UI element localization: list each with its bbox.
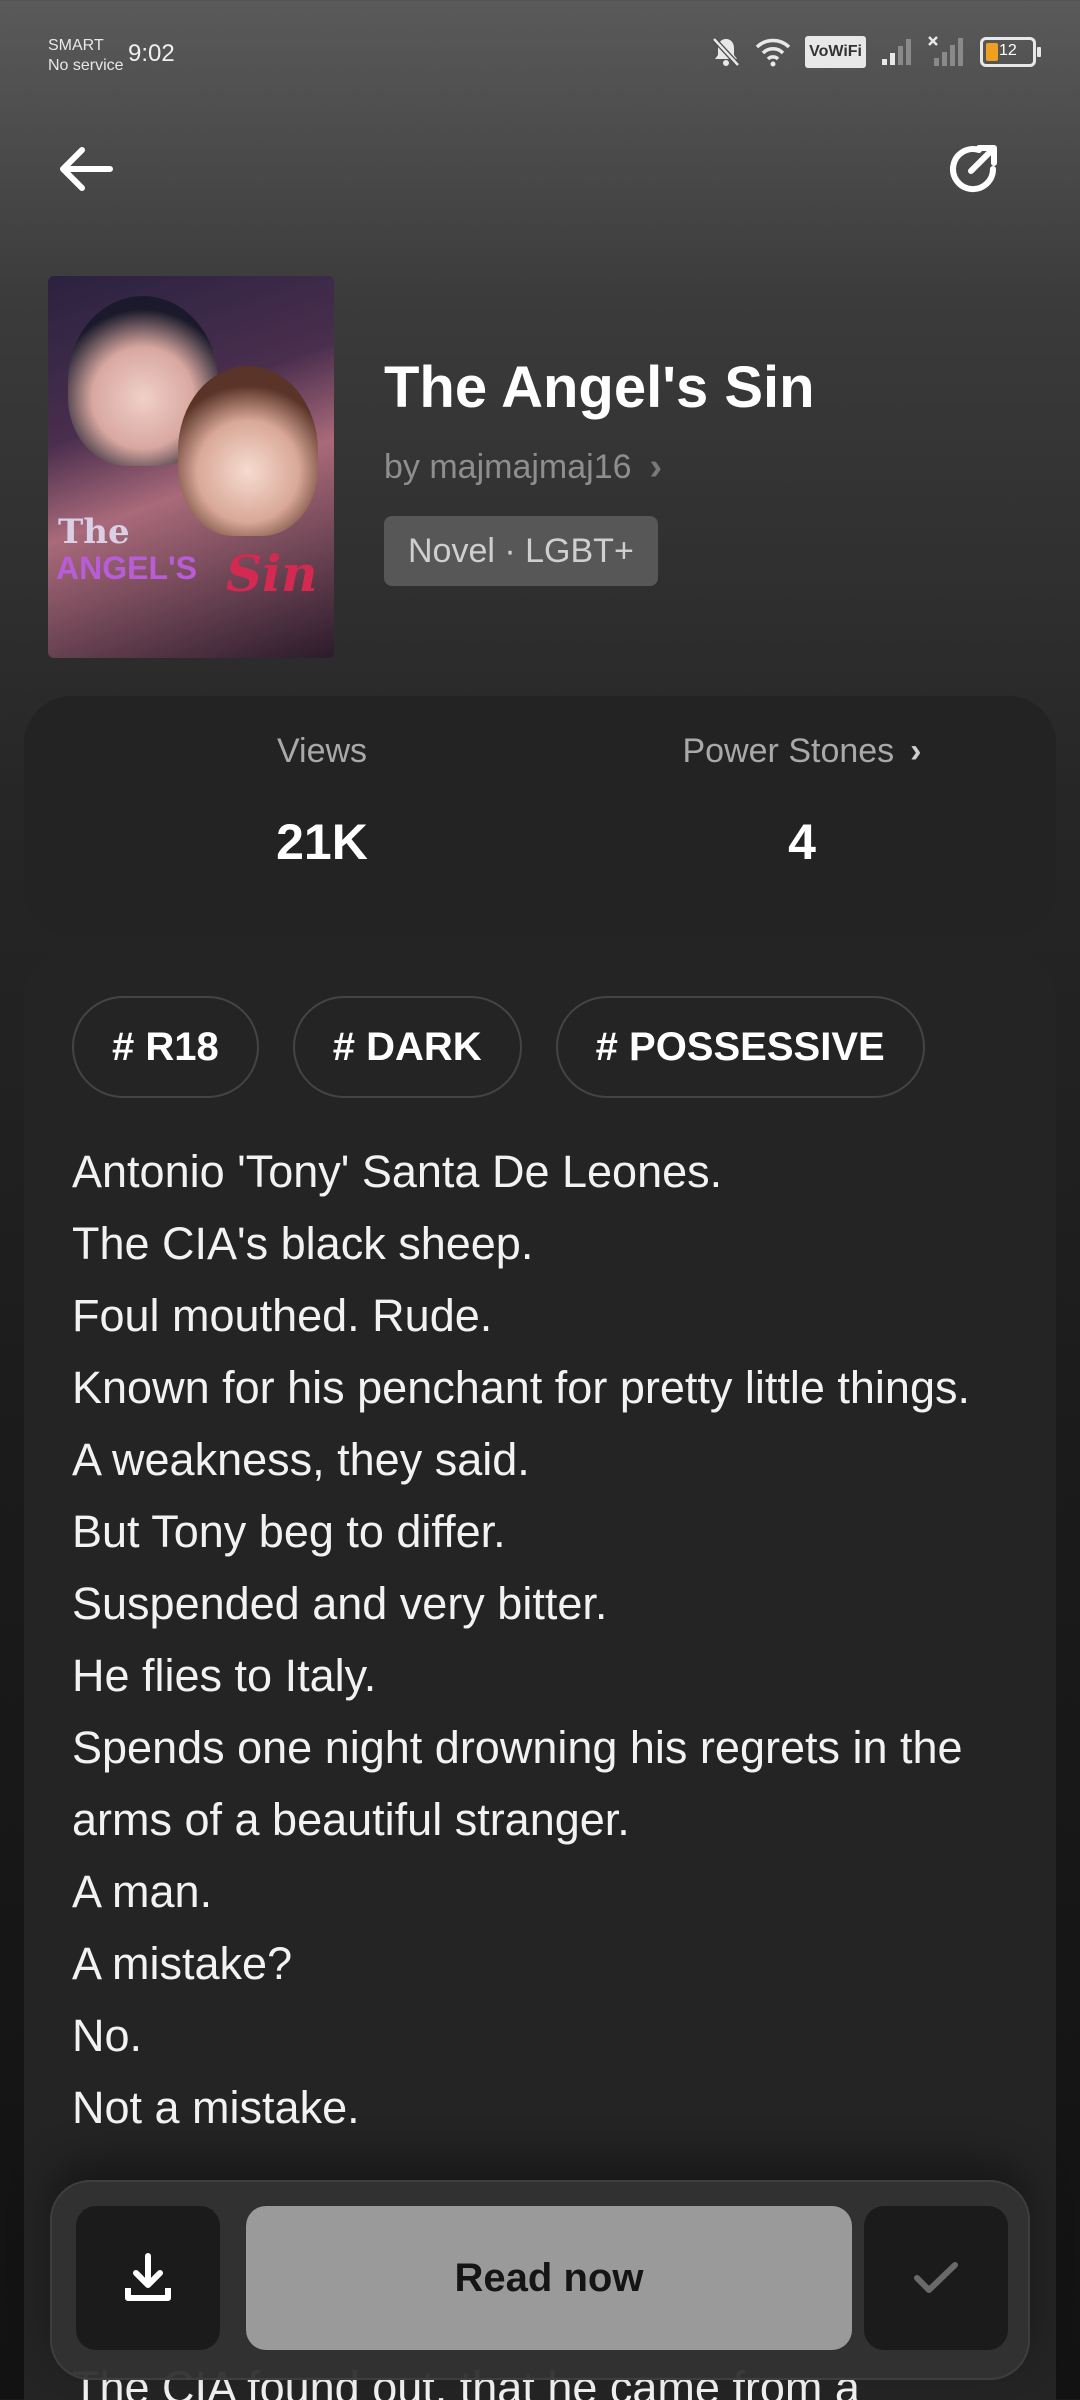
status-bar: SMART No service 9:02 VoWiFi 12 bbox=[0, 0, 1080, 100]
read-now-button[interactable]: Read now bbox=[246, 2206, 852, 2350]
views-stat: Views 21K bbox=[122, 732, 522, 871]
views-label: Views bbox=[276, 732, 368, 770]
tag-possessive[interactable]: # POSSESSIVE bbox=[555, 996, 925, 1098]
power-stones-label: Power Stones › bbox=[682, 732, 922, 770]
status-time: 9:02 bbox=[128, 40, 175, 67]
stats-card: Views 21K Power Stones › 4 bbox=[24, 696, 1056, 936]
wifi-icon bbox=[755, 36, 791, 68]
genre-badge[interactable]: Novel · LGBT+ bbox=[384, 516, 658, 586]
synopsis-line: Foul mouthed. Rude. bbox=[72, 1290, 493, 1341]
author-name: by majmajmaj16 bbox=[384, 448, 632, 486]
download-button[interactable] bbox=[76, 2206, 220, 2350]
author-link[interactable]: by majmajmaj16 › bbox=[384, 446, 662, 489]
cover-title: ANGEL'S bbox=[56, 550, 197, 586]
chevron-right-icon: › bbox=[910, 732, 922, 770]
cover-title-sin: Sin bbox=[226, 544, 318, 603]
vowifi-badge: VoWiFi bbox=[805, 36, 866, 68]
carrier-info: SMART No service bbox=[48, 30, 124, 82]
power-stones-stat[interactable]: Power Stones › 4 bbox=[602, 732, 1002, 871]
book-title: The Angel's Sin bbox=[384, 355, 815, 420]
synopsis-line: Spends one night drowning his regrets in… bbox=[72, 1722, 963, 1845]
download-icon bbox=[125, 2253, 171, 2301]
synopsis-line: A weakness, they said. bbox=[72, 1434, 530, 1485]
battery-level: 12 bbox=[999, 42, 1017, 59]
tag-list: # R18 # DARK # POSSESSIVE bbox=[72, 996, 925, 1098]
status-icons: VoWiFi 12 bbox=[711, 32, 1041, 72]
add-to-library-button[interactable] bbox=[864, 2206, 1008, 2350]
synopsis-line: Known for his penchant for pretty little… bbox=[72, 1362, 970, 1413]
check-icon bbox=[914, 2262, 958, 2293]
synopsis-line: Suspended and very bitter. bbox=[72, 1578, 608, 1629]
cover-art-figure bbox=[178, 366, 318, 536]
synopsis-line: A man. bbox=[72, 1866, 213, 1917]
synopsis-line: Not a mistake. bbox=[72, 2082, 360, 2133]
power-stones-value: 4 bbox=[788, 814, 816, 870]
arrow-left-icon bbox=[60, 147, 113, 191]
synopsis-line: He flies to Italy. bbox=[72, 1650, 377, 1701]
synopsis-line: A mistake? bbox=[72, 1938, 293, 1989]
carrier-status: No service bbox=[48, 57, 124, 74]
synopsis-line: The CIA's black sheep. bbox=[72, 1218, 534, 1269]
share-button[interactable] bbox=[938, 134, 1008, 204]
synopsis-line: No. bbox=[72, 2010, 143, 2061]
action-bar: Read now bbox=[50, 2180, 1030, 2380]
synopsis-line: But Tony beg to differ. bbox=[72, 1506, 506, 1557]
tag-dark[interactable]: # DARK bbox=[292, 996, 522, 1098]
tag-r18[interactable]: # R18 bbox=[72, 996, 259, 1098]
book-cover: The ANGEL'S Sin bbox=[48, 276, 334, 658]
signal-icon bbox=[880, 36, 914, 68]
cover-title: The bbox=[58, 512, 130, 552]
views-value: 21K bbox=[276, 814, 368, 870]
synopsis-text: Antonio 'Tony' Santa De Leones. The CIA'… bbox=[72, 1136, 1022, 2144]
mute-bell-icon bbox=[711, 36, 741, 68]
share-arrow-icon bbox=[950, 145, 997, 193]
signal-no-service-icon bbox=[928, 36, 966, 68]
synopsis-line: Antonio 'Tony' Santa De Leones. bbox=[72, 1146, 723, 1197]
chevron-right-icon: › bbox=[649, 446, 663, 488]
back-button[interactable] bbox=[50, 134, 120, 204]
battery-icon: 12 bbox=[980, 37, 1041, 67]
